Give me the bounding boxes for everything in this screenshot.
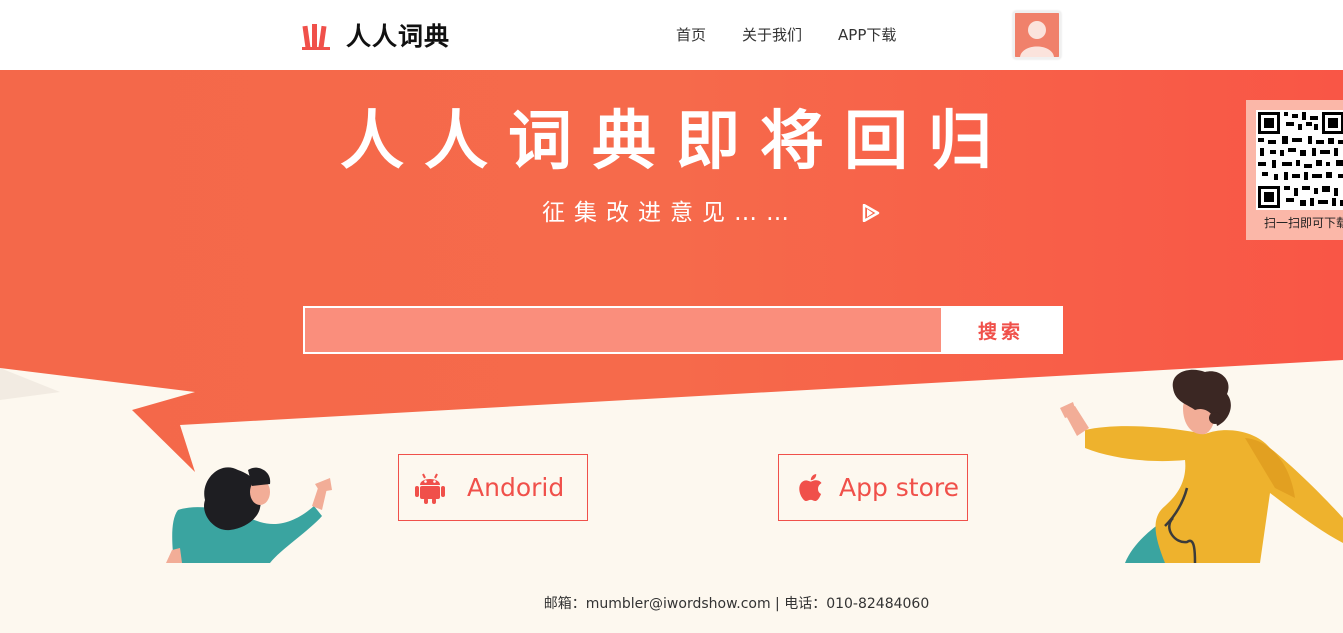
nav-about[interactable]: 关于我们 xyxy=(742,25,802,45)
footer: 邮箱：mumbler@iwordshow.com | 电话：010-824840… xyxy=(0,593,1343,613)
apple-icon xyxy=(799,473,822,501)
nav-home[interactable]: 首页 xyxy=(676,25,706,45)
hero-subtitle: 征集改进意见…… xyxy=(542,200,798,226)
books-logo-icon xyxy=(302,24,330,50)
logo-text: 人人词典 xyxy=(346,22,451,51)
qr-code-panel: 扫一扫即可下载 xyxy=(1246,100,1343,240)
search-button[interactable]: 搜索 xyxy=(941,308,1061,352)
main-nav: 首页 关于我们 APP下载 xyxy=(676,25,932,45)
footer-contact: 邮箱：mumbler@iwordshow.com | 电话：010-824840… xyxy=(543,596,930,612)
app-store-download-button[interactable]: App store xyxy=(778,454,968,521)
play-icon[interactable] xyxy=(862,204,880,222)
app-store-download-label: App store xyxy=(839,473,960,502)
girl-illustration xyxy=(166,467,332,563)
hero-title: 人人词典即将回归 xyxy=(340,105,1012,179)
qr-caption: 扫一扫即可下载 xyxy=(1264,216,1343,230)
android-download-button[interactable]: Andorid xyxy=(398,454,588,521)
top-header: 人人词典 首页 关于我们 APP下载 xyxy=(0,0,1343,70)
boy-illustration xyxy=(1060,369,1343,563)
avatar[interactable] xyxy=(1013,11,1061,59)
search-input[interactable] xyxy=(305,308,941,352)
search-bar: 搜索 xyxy=(303,306,1063,354)
android-download-label: Andorid xyxy=(467,473,565,502)
nav-app-download[interactable]: APP下载 xyxy=(838,25,896,45)
user-avatar-icon xyxy=(1015,13,1059,57)
qr-code-icon xyxy=(1256,110,1343,210)
logo[interactable]: 人人词典 xyxy=(302,18,450,52)
android-icon xyxy=(415,473,445,504)
hero-banner: 人人词典即将回归 征集改进意见…… 搜索 Andorid App store xyxy=(0,70,1343,563)
